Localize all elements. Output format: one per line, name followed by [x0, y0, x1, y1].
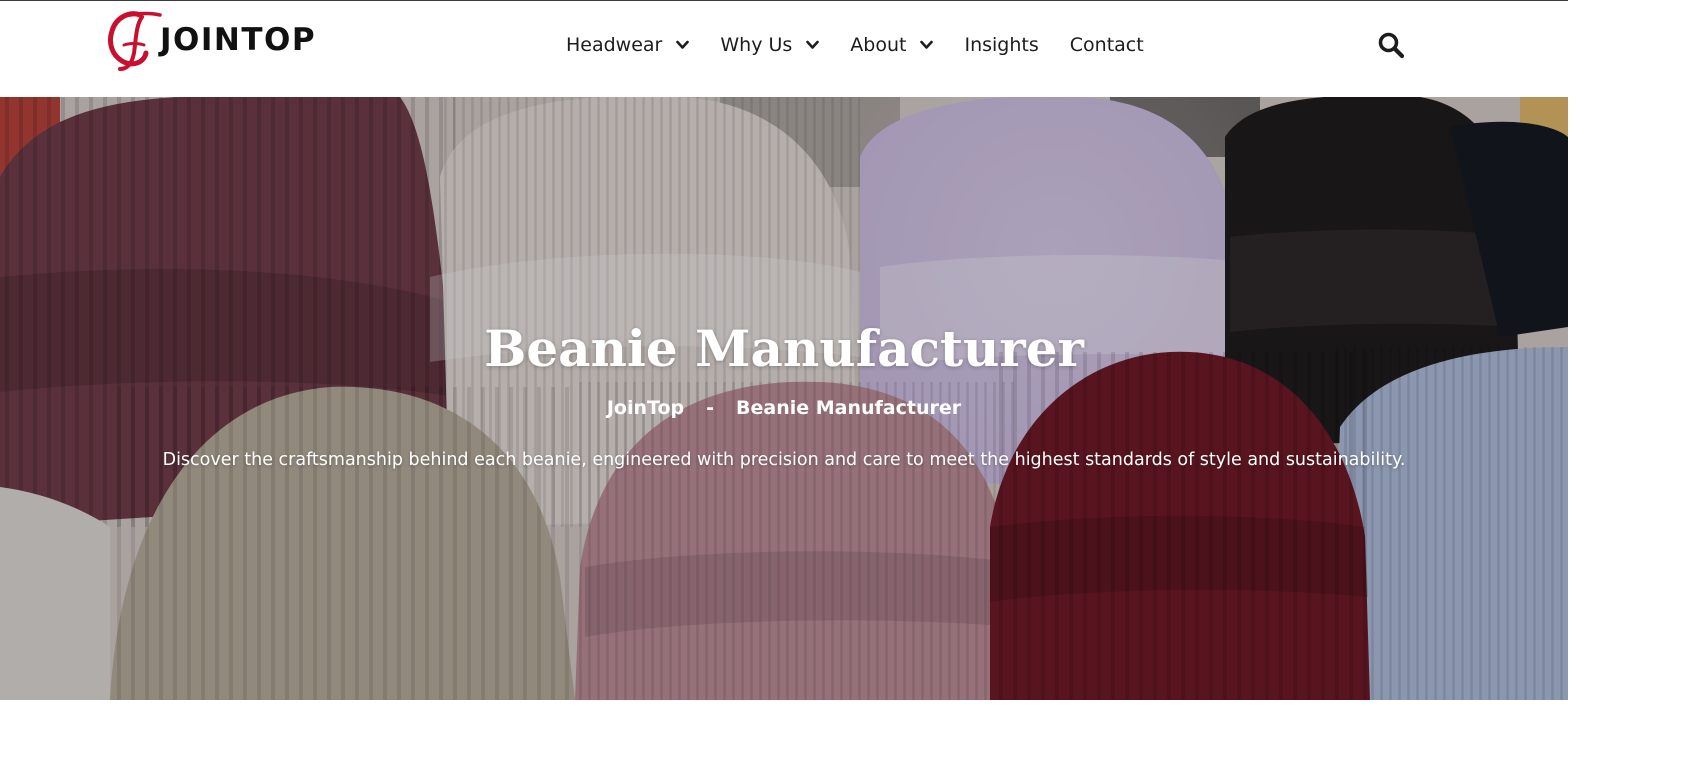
nav-item-about[interactable]: About: [850, 34, 934, 56]
hero-banner: Beanie Manufacturer JoinTop - Beanie Man…: [0, 97, 1568, 700]
breadcrumb-separator: -: [706, 397, 715, 419]
page-title: Beanie Manufacturer: [484, 319, 1084, 378]
main-nav: Headwear Why Us About Insights Contact: [566, 32, 1175, 58]
nav-item-contact[interactable]: Contact: [1070, 34, 1144, 56]
nav-item-insights[interactable]: Insights: [964, 34, 1038, 56]
chevron-down-icon: [920, 40, 934, 49]
nav-item-label: Why Us: [720, 34, 793, 56]
hero-description: Discover the craftsmanship behind each b…: [162, 450, 1406, 470]
nav-item-label: Insights: [964, 34, 1039, 56]
chevron-down-icon: [806, 40, 820, 49]
jointop-logo-icon: [107, 11, 162, 71]
breadcrumb-home-link[interactable]: JoinTop: [607, 397, 684, 419]
nav-item-label: About: [850, 34, 907, 56]
logo[interactable]: JOINTOP: [106, 9, 316, 73]
nav-item-why-us[interactable]: Why Us: [720, 34, 820, 56]
site-header: JOINTOP Headwear Why Us About Insights C…: [0, 0, 1568, 97]
logo-text: JOINTOP: [160, 22, 317, 58]
nav-item-label: Headwear: [566, 34, 663, 56]
nav-item-label: Contact: [1069, 34, 1144, 56]
search-icon[interactable]: [1377, 31, 1405, 59]
breadcrumb: JoinTop - Beanie Manufacturer: [0, 397, 1568, 419]
chevron-down-icon: [676, 40, 690, 49]
nav-item-headwear[interactable]: Headwear: [566, 34, 690, 56]
breadcrumb-current: Beanie Manufacturer: [736, 397, 962, 419]
